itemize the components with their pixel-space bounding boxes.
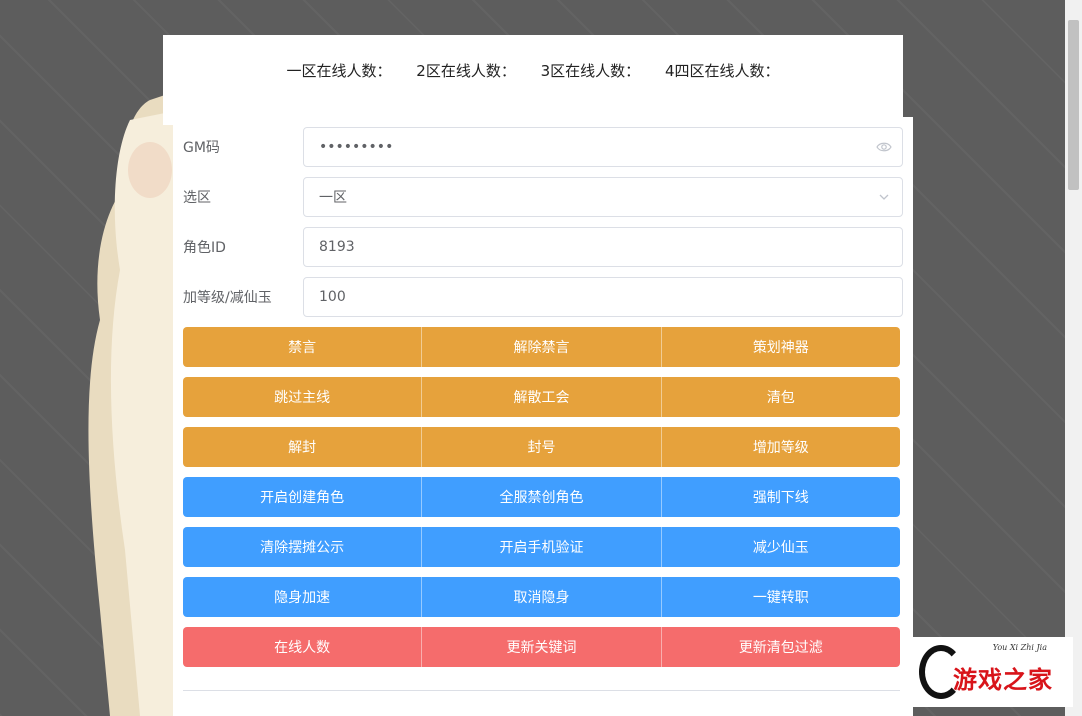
- level-value: 100: [319, 289, 346, 305]
- level-label: 加等级/减仙玉: [183, 290, 272, 306]
- enable-create-role-button[interactable]: 开启创建角色: [183, 477, 423, 517]
- eye-icon[interactable]: [876, 139, 892, 155]
- planner-artifact-button[interactable]: 策划神器: [661, 327, 900, 367]
- dissolve-guild-button[interactable]: 解散工会: [422, 377, 662, 417]
- skip-main-quest-button[interactable]: 跳过主线: [183, 377, 423, 417]
- level-input[interactable]: 100: [303, 277, 903, 317]
- button-row-6: 隐身加速 取消隐身 一键转职: [183, 577, 900, 617]
- character-illustration: [88, 90, 180, 716]
- stealth-speed-button[interactable]: 隐身加速: [183, 577, 423, 617]
- unban-button[interactable]: 解封: [183, 427, 423, 467]
- disable-create-role-button[interactable]: 全服禁创角色: [422, 477, 662, 517]
- scrollbar[interactable]: [1065, 0, 1082, 716]
- button-row-2: 跳过主线 解散工会 清包: [183, 377, 900, 417]
- update-keywords-button[interactable]: 更新关键词: [422, 627, 662, 667]
- logo-mark-icon: [919, 645, 963, 699]
- button-row-1: 禁言 解除禁言 策划神器: [183, 327, 900, 367]
- role-id-row: 角色ID 8193: [183, 227, 903, 267]
- clear-bag-button[interactable]: 清包: [661, 377, 900, 417]
- button-row-3: 解封 封号 增加等级: [183, 427, 900, 467]
- logo-subtitle: You Xi Zhi Jia: [992, 643, 1047, 652]
- role-id-value: 8193: [319, 239, 355, 255]
- add-level-button[interactable]: 增加等级: [661, 427, 900, 467]
- logo-text: 游戏之家: [953, 664, 1053, 694]
- divider: [183, 690, 900, 691]
- zone-select-row: 选区 一区: [183, 177, 903, 217]
- one-click-transfer-button[interactable]: 一键转职: [661, 577, 900, 617]
- reduce-jade-button[interactable]: 减少仙玉: [661, 527, 900, 567]
- chevron-down-icon: [876, 189, 892, 205]
- role-id-input[interactable]: 8193: [303, 227, 903, 267]
- gm-code-label: GM码: [183, 140, 220, 156]
- force-offline-button[interactable]: 强制下线: [661, 477, 900, 517]
- zone-select-label: 选区: [183, 190, 211, 206]
- role-id-label: 角色ID: [183, 240, 226, 256]
- button-row-5: 清除摆摊公示 开启手机验证 减少仙玉: [183, 527, 900, 567]
- gm-code-row: GM码 •••••••••: [183, 127, 903, 167]
- zone-select[interactable]: 一区: [303, 177, 903, 217]
- zone4-online-label: 4四区在线人数：: [664, 62, 780, 80]
- site-logo: You Xi Zhi Jia 游戏之家: [913, 637, 1073, 707]
- unmute-button[interactable]: 解除禁言: [422, 327, 662, 367]
- zone2-online-label: 2区在线人数：: [416, 62, 516, 80]
- ban-button[interactable]: 封号: [422, 427, 662, 467]
- level-row: 加等级/减仙玉 100: [183, 277, 903, 317]
- update-bag-filter-button[interactable]: 更新清包过滤: [661, 627, 900, 667]
- zone1-online-label: 一区在线人数：: [286, 62, 392, 80]
- gm-code-input[interactable]: •••••••••: [303, 127, 903, 167]
- zone-select-value: 一区: [319, 190, 347, 206]
- button-row-7: 在线人数 更新关键词 更新清包过滤: [183, 627, 900, 667]
- mute-button[interactable]: 禁言: [183, 327, 423, 367]
- button-row-4: 开启创建角色 全服禁创角色 强制下线: [183, 477, 900, 517]
- clear-stall-notice-button[interactable]: 清除摆摊公示: [183, 527, 423, 567]
- online-count-button[interactable]: 在线人数: [183, 627, 423, 667]
- scrollbar-thumb[interactable]: [1068, 20, 1079, 190]
- enable-phone-verify-button[interactable]: 开启手机验证: [422, 527, 662, 567]
- gm-code-value: •••••••••: [319, 139, 394, 155]
- online-count-bar: 一区在线人数： 2区在线人数： 3区在线人数： 4四区在线人数：: [163, 60, 903, 81]
- cancel-stealth-button[interactable]: 取消隐身: [422, 577, 662, 617]
- zone3-online-label: 3区在线人数：: [540, 62, 641, 80]
